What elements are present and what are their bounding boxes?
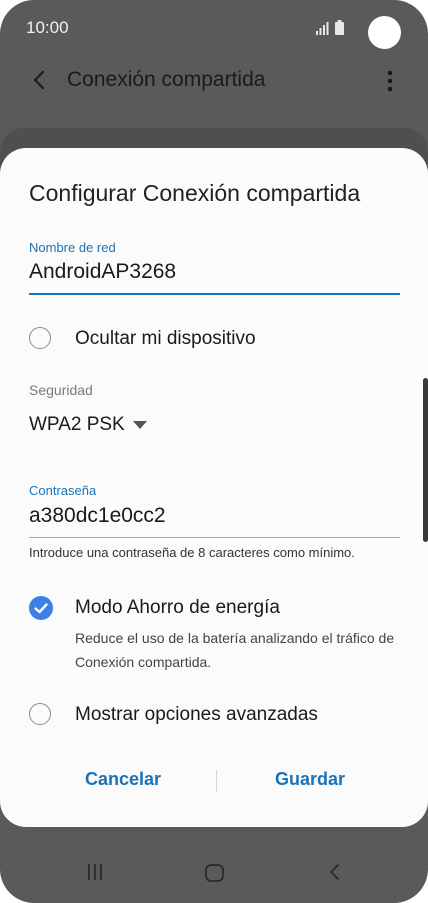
status-time: 10:00	[26, 18, 69, 37]
app-title: Conexión compartida	[67, 68, 266, 91]
recents-icon[interactable]	[85, 862, 105, 887]
signal-battery-icon	[316, 20, 346, 43]
more-vert-icon[interactable]	[378, 66, 402, 96]
scrollbar[interactable]	[423, 378, 428, 542]
back-nav-icon[interactable]	[325, 862, 345, 887]
back-arrow-icon[interactable]	[28, 68, 52, 92]
power-saving-label[interactable]: Modo Ahorro de energía	[75, 597, 280, 619]
password-input[interactable]: a380dc1e0cc2	[29, 504, 166, 528]
phone-screen: 10:00 Conexión compartida Configurar Con…	[0, 0, 428, 903]
advanced-options-radio[interactable]	[29, 703, 51, 725]
camera-cutout	[368, 16, 401, 49]
network-name-input[interactable]: AndroidAP3268	[29, 260, 176, 284]
checkmark-icon	[34, 603, 48, 614]
hide-device-label[interactable]: Ocultar mi dispositivo	[75, 328, 256, 350]
dialog-title: Configurar Conexión compartida	[29, 180, 361, 206]
network-name-underline	[29, 293, 400, 295]
password-underline	[29, 537, 400, 538]
dropdown-arrow-icon[interactable]	[133, 421, 147, 429]
save-button[interactable]: Guardar	[275, 769, 345, 790]
status-bar: 10:00	[0, 0, 428, 56]
home-icon[interactable]	[204, 862, 226, 889]
cancel-button[interactable]: Cancelar	[85, 769, 161, 790]
power-saving-checkbox[interactable]	[29, 596, 53, 620]
password-hint: Introduce una contraseña de 8 caracteres…	[29, 545, 355, 560]
security-dropdown[interactable]: WPA2 PSK	[29, 414, 125, 436]
hotspot-config-dialog: Configurar Conexión compartida Nombre de…	[0, 148, 428, 827]
hide-device-radio[interactable]	[29, 327, 51, 349]
power-saving-description: Reduce el uso de la batería analizando e…	[75, 630, 395, 670]
navigation-bar	[0, 840, 428, 903]
password-label: Contraseña	[29, 483, 97, 498]
advanced-options-label[interactable]: Mostrar opciones avanzadas	[75, 704, 318, 726]
button-divider	[216, 770, 217, 792]
app-bar: Conexión compartida	[0, 56, 428, 106]
security-label: Seguridad	[29, 382, 93, 398]
network-name-label: Nombre de red	[29, 240, 116, 255]
